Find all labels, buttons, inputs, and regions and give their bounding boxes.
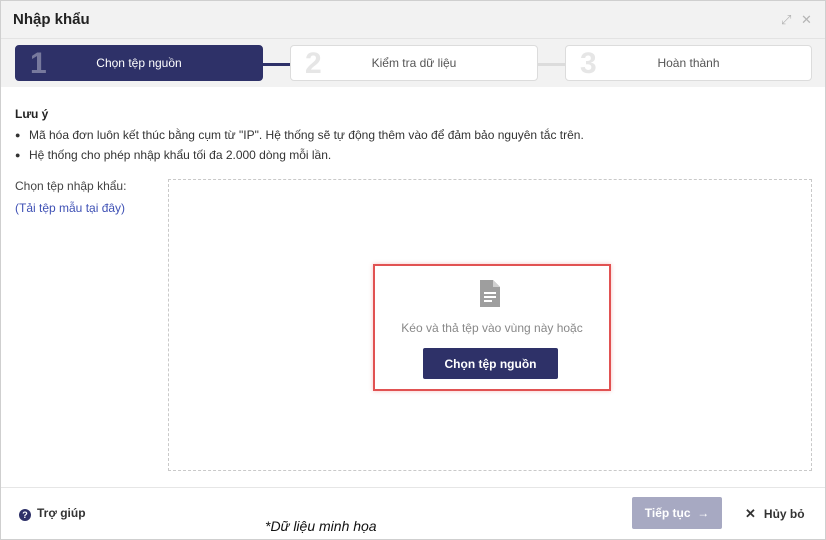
cancel-button[interactable]: ✕ Hủy bỏ	[745, 506, 805, 522]
step-label: Chọn tệp nguồn	[96, 56, 182, 70]
drop-instruction: Kéo và thả tệp vào vùng này hoặc	[401, 321, 583, 335]
demo-data-note: *Dữ liệu minh họa	[265, 518, 377, 534]
download-template-link[interactable]: (Tải tệp mẫu tại đây)	[15, 201, 125, 215]
bullet-icon: ●	[15, 150, 21, 160]
help-circle-icon: ?	[19, 509, 31, 521]
step-connector	[538, 63, 565, 66]
step-connector	[263, 63, 290, 66]
x-icon: ✕	[745, 506, 756, 521]
file-picker-label: Chọn tệp nhập khẩu:	[15, 179, 127, 193]
help-label: Trợ giúp	[37, 506, 86, 520]
notes-title: Lưu ý	[15, 107, 49, 121]
step-complete: 3 Hoàn thành	[565, 45, 812, 81]
continue-button[interactable]: Tiếp tục →	[632, 497, 722, 529]
footer-divider	[1, 487, 825, 488]
note-item: ● Hệ thống cho phép nhập khẩu tối đa 2.00…	[15, 148, 331, 162]
choose-source-file-button[interactable]: Chọn tệp nguồn	[423, 348, 558, 379]
dialog-title: Nhập khẩu	[13, 11, 90, 28]
expand-icon[interactable]: ⤢	[781, 12, 791, 28]
file-document-icon	[480, 280, 500, 307]
note-item: ● Mã hóa đơn luôn kết thúc bằng cụm từ "I…	[15, 128, 584, 142]
close-icon[interactable]: ✕	[801, 12, 812, 28]
stepper: 1 Chọn tệp nguồn 2 Kiểm tra dữ liệu 3 Ho…	[1, 39, 825, 87]
step-check-data: 2 Kiểm tra dữ liệu	[290, 45, 538, 81]
step-choose-source: 1 Chọn tệp nguồn	[15, 45, 263, 81]
step-label: Kiểm tra dữ liệu	[371, 56, 457, 70]
bullet-icon: ●	[15, 130, 21, 140]
note-text: Hệ thống cho phép nhập khẩu tối đa 2.000…	[29, 148, 332, 162]
arrow-right-icon: →	[697, 506, 710, 520]
cancel-label: Hủy bỏ	[763, 507, 805, 521]
title-bar: Nhập khẩu ⤢ ✕	[1, 1, 825, 39]
help-link[interactable]: ? Trợ giúp	[19, 506, 86, 521]
continue-label: Tiếp tục	[644, 506, 691, 520]
import-dialog: Nhập khẩu ⤢ ✕ 1 Chọn tệp nguồn 2 Kiểm tr…	[0, 0, 826, 540]
step-label: Hoàn thành	[657, 56, 720, 70]
note-text: Mã hóa đơn luôn kết thúc bằng cụm từ "IP…	[29, 128, 584, 142]
